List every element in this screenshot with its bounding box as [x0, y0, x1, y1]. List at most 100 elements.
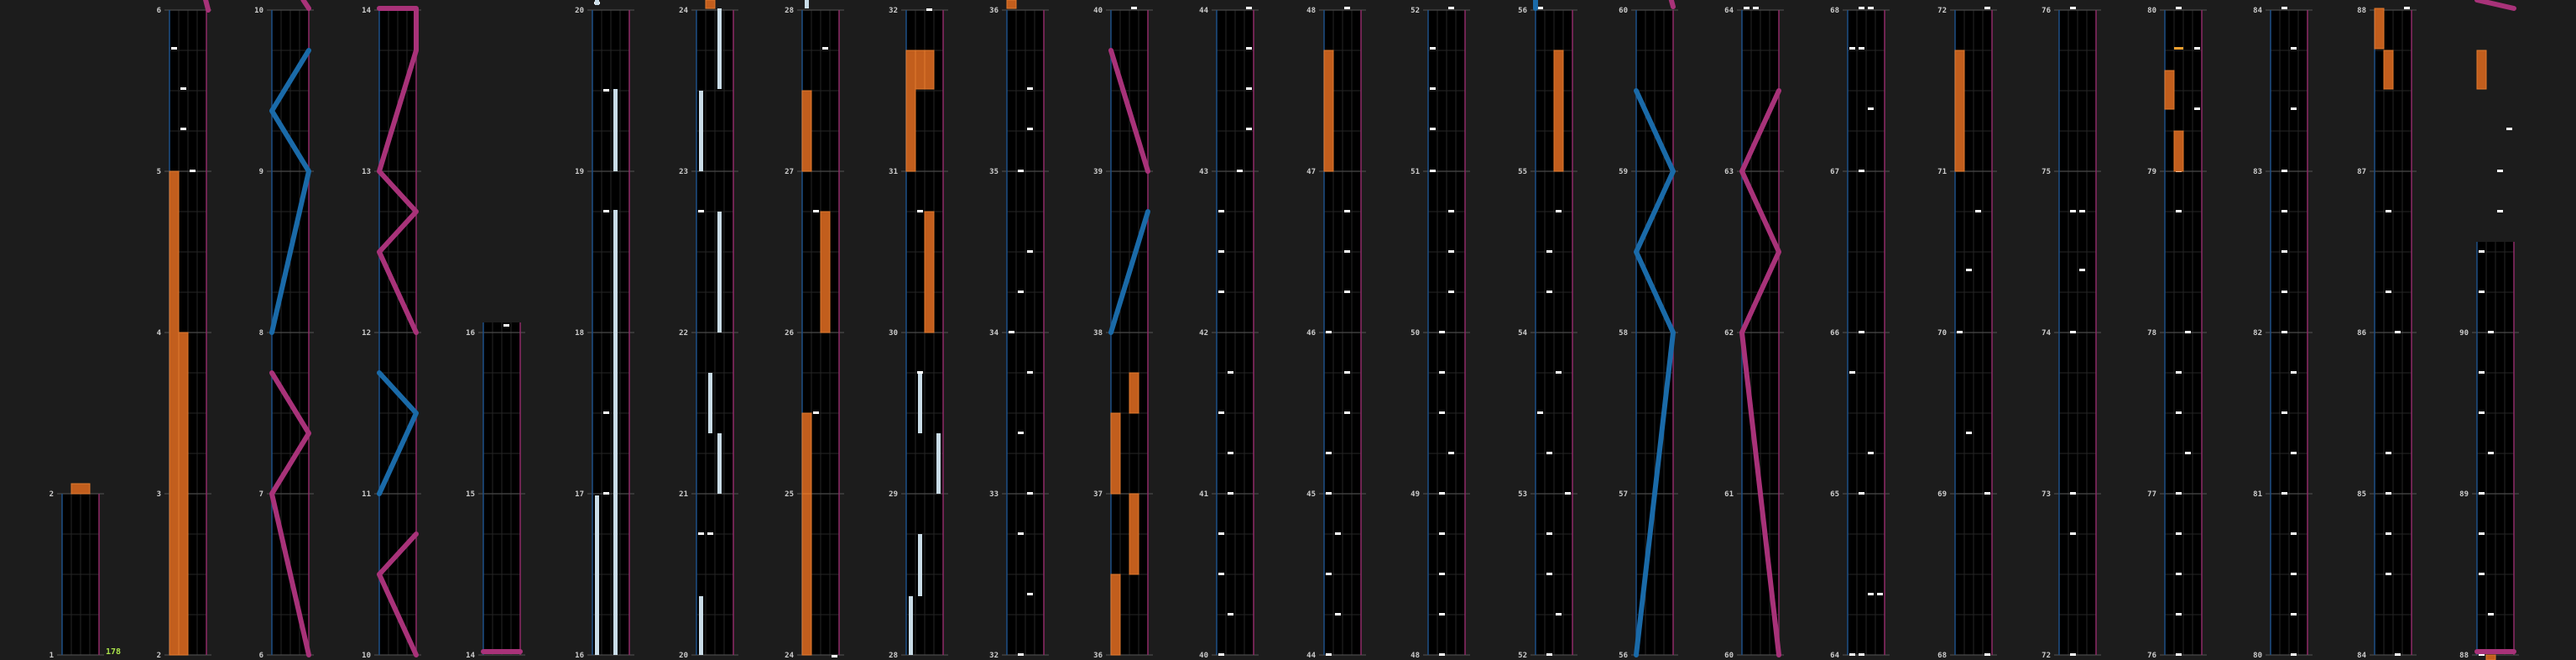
tap-note — [698, 210, 704, 212]
measure-number: 2 — [157, 652, 161, 660]
long-note — [918, 534, 922, 596]
measure-number: 77 — [2147, 490, 2156, 499]
hold-note — [801, 493, 812, 656]
measure-number: 50 — [1411, 329, 1420, 338]
tap-note — [2386, 291, 2391, 293]
measure-number: 64 — [1830, 652, 1839, 660]
tap-note — [1344, 250, 1350, 253]
tap-note — [1546, 250, 1552, 253]
measure-number: 58 — [1619, 329, 1628, 338]
measure-number: 19 — [575, 168, 584, 176]
tap-note — [1439, 653, 1445, 656]
measure-number: 3 — [157, 490, 161, 499]
tap-note — [1018, 532, 1024, 535]
tap-note — [171, 47, 177, 50]
tap-note — [2479, 411, 2485, 414]
measure-number: 23 — [679, 168, 688, 176]
hold-note — [2383, 50, 2394, 90]
tap-note — [1849, 371, 1855, 374]
tap-note — [1984, 653, 1990, 656]
tap-note — [813, 210, 819, 212]
tap-note — [1448, 210, 1454, 212]
tap-note — [1556, 613, 1562, 615]
tap-note — [2070, 7, 2076, 9]
tap-note — [2479, 291, 2485, 293]
tap-note — [1335, 613, 1341, 615]
tap-note — [2386, 573, 2391, 575]
tap-note — [1326, 452, 1332, 454]
tap-note — [1131, 7, 1137, 9]
tap-note — [2194, 107, 2200, 110]
measure-number: 86 — [2357, 329, 2366, 338]
measure-number: 37 — [1093, 490, 1103, 499]
tap-note — [2506, 128, 2512, 130]
tap-note — [2070, 210, 2076, 212]
measure-number: 64 — [1724, 7, 1734, 15]
tap-note — [1027, 593, 1033, 595]
hold-note — [1954, 50, 1965, 172]
chart-preview: 1223456678910101112131414151616171819202… — [0, 0, 2576, 660]
tap-note — [1546, 291, 1552, 293]
hold-note — [1323, 50, 1334, 172]
measure-number: 4 — [157, 329, 162, 338]
long-note — [613, 210, 618, 655]
measure-number: 69 — [1937, 490, 1947, 499]
measure-number: 73 — [2042, 490, 2051, 499]
tap-note — [180, 128, 186, 130]
long-note — [805, 0, 809, 8]
tap-note — [1439, 492, 1445, 495]
measure-number: 2 — [50, 490, 54, 499]
tap-note — [2176, 573, 2182, 575]
tap-note — [1027, 492, 1033, 495]
tap-note — [1246, 128, 1252, 130]
measure-number: 15 — [466, 490, 475, 499]
tap-note — [1966, 269, 1972, 271]
measure-number: 18 — [575, 329, 584, 338]
tap-note — [2281, 250, 2287, 253]
tap-note — [2497, 170, 2503, 172]
measure-number: 35 — [989, 168, 999, 176]
tap-note — [1018, 170, 1024, 172]
hold-note — [820, 211, 831, 333]
tap-note — [603, 89, 609, 92]
tap-note — [813, 411, 819, 414]
tap-note — [1344, 210, 1350, 212]
measure-number: 10 — [362, 652, 371, 660]
measure-number: 16 — [466, 329, 475, 338]
tap-note — [2281, 331, 2287, 333]
measure-number: 34 — [989, 329, 999, 338]
tap-note — [2176, 613, 2182, 615]
measure-number: 16 — [575, 652, 584, 660]
measure-number: 76 — [2042, 7, 2051, 15]
measure-number: 20 — [575, 7, 584, 15]
hold-note — [801, 412, 812, 495]
long-note — [936, 433, 941, 494]
measure-number: 88 — [2459, 652, 2469, 660]
tap-note — [1859, 170, 1864, 172]
measure-number: 31 — [889, 168, 898, 176]
tap-note — [1448, 452, 1454, 454]
tap-note — [2070, 492, 2076, 495]
tap-note — [1439, 532, 1445, 535]
tap-note — [1218, 653, 1224, 656]
measure-number: 80 — [2253, 652, 2262, 660]
measure-number: 54 — [1518, 329, 1527, 338]
tap-note — [1537, 411, 1543, 414]
tap-note — [1546, 452, 1552, 454]
tap-note — [2176, 653, 2182, 656]
long-note — [918, 373, 922, 433]
tap-note — [1018, 291, 1024, 293]
measure-number: 36 — [989, 7, 999, 15]
tap-note — [1439, 331, 1445, 333]
hold-note — [169, 170, 180, 656]
long-note — [595, 495, 599, 655]
long-note — [717, 433, 722, 494]
tap-note — [1344, 411, 1350, 414]
hold-note — [178, 332, 189, 656]
measure-number: 21 — [679, 490, 688, 499]
tap-note — [190, 170, 196, 172]
measure-number: 60 — [1619, 7, 1628, 15]
tap-note — [1975, 210, 1981, 212]
tap-note — [1984, 492, 1990, 495]
tap-note — [1868, 7, 1874, 9]
